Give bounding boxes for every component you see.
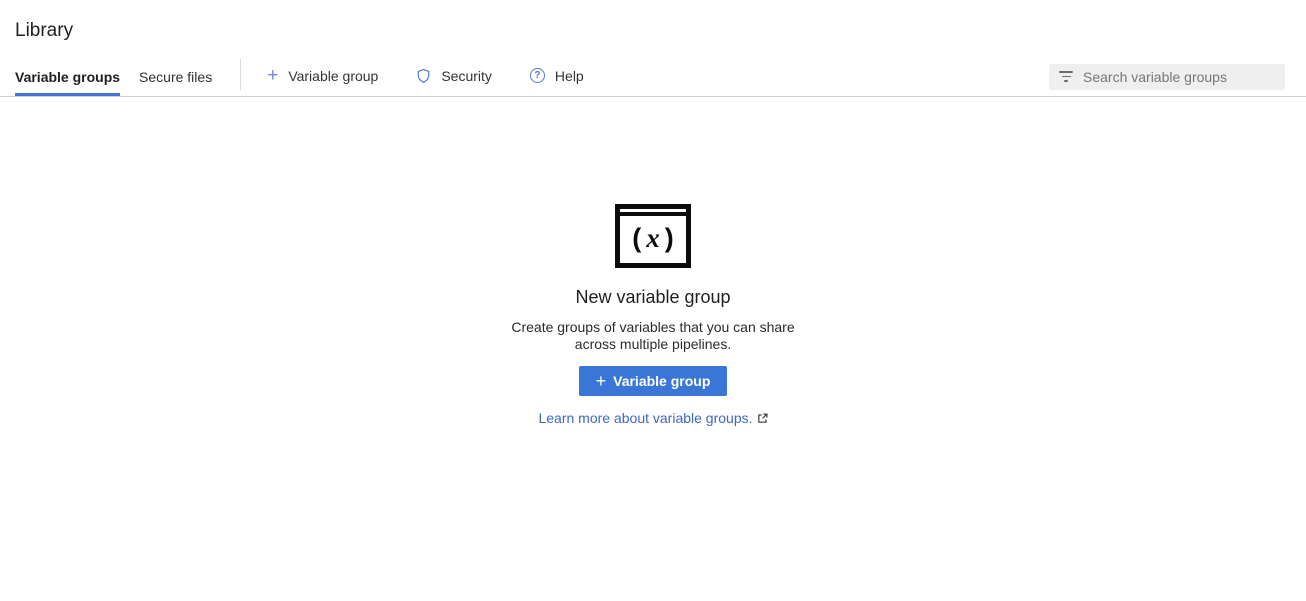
- search-box[interactable]: [1049, 64, 1285, 90]
- tab-secure-files[interactable]: Secure files: [139, 57, 212, 96]
- external-link-icon: [757, 413, 768, 424]
- plus-icon: +: [267, 68, 278, 84]
- variable-group-cta-label: Variable group: [613, 373, 710, 389]
- variable-group-icon-glyph: (x): [620, 216, 686, 263]
- help-label: Help: [555, 68, 584, 84]
- security-label: Security: [441, 68, 492, 84]
- shield-icon: [416, 68, 431, 84]
- security-button[interactable]: Security: [416, 68, 492, 86]
- empty-state-description: Create groups of variables that you can …: [511, 319, 794, 353]
- tab-secure-files-label: Secure files: [139, 69, 212, 85]
- variable-group-cta-button[interactable]: + Variable group: [579, 366, 728, 396]
- description-line-1: Create groups of variables that you can …: [511, 319, 794, 336]
- variable-group-icon-titlebar: [620, 209, 686, 216]
- empty-state-title: New variable group: [575, 287, 730, 308]
- plus-icon: +: [596, 372, 607, 391]
- toolbar-divider: [240, 59, 241, 90]
- add-variable-group-button[interactable]: + Variable group: [267, 68, 378, 86]
- tab-variable-groups-label: Variable groups: [15, 69, 120, 85]
- add-variable-group-label: Variable group: [288, 68, 378, 84]
- empty-state: (x) New variable group Create groups of …: [0, 204, 1306, 426]
- variable-group-icon: (x): [615, 204, 691, 268]
- tab-toolbar-row: Variable groups Secure files + Variable …: [0, 57, 1306, 96]
- description-line-2: across multiple pipelines.: [511, 336, 794, 353]
- learn-more-link[interactable]: Learn more about variable groups.: [538, 410, 767, 426]
- header-divider: [0, 96, 1306, 97]
- toolbar: + Variable group Security ? Help: [267, 57, 622, 96]
- learn-more-label: Learn more about variable groups.: [538, 410, 752, 426]
- page-title: Library: [15, 19, 1306, 43]
- help-icon: ?: [530, 68, 545, 83]
- filter-icon: [1059, 71, 1073, 82]
- tab-variable-groups[interactable]: Variable groups: [15, 57, 120, 96]
- search-input[interactable]: [1083, 69, 1277, 85]
- help-button[interactable]: ? Help: [530, 68, 584, 86]
- page-header: Library: [0, 0, 1306, 43]
